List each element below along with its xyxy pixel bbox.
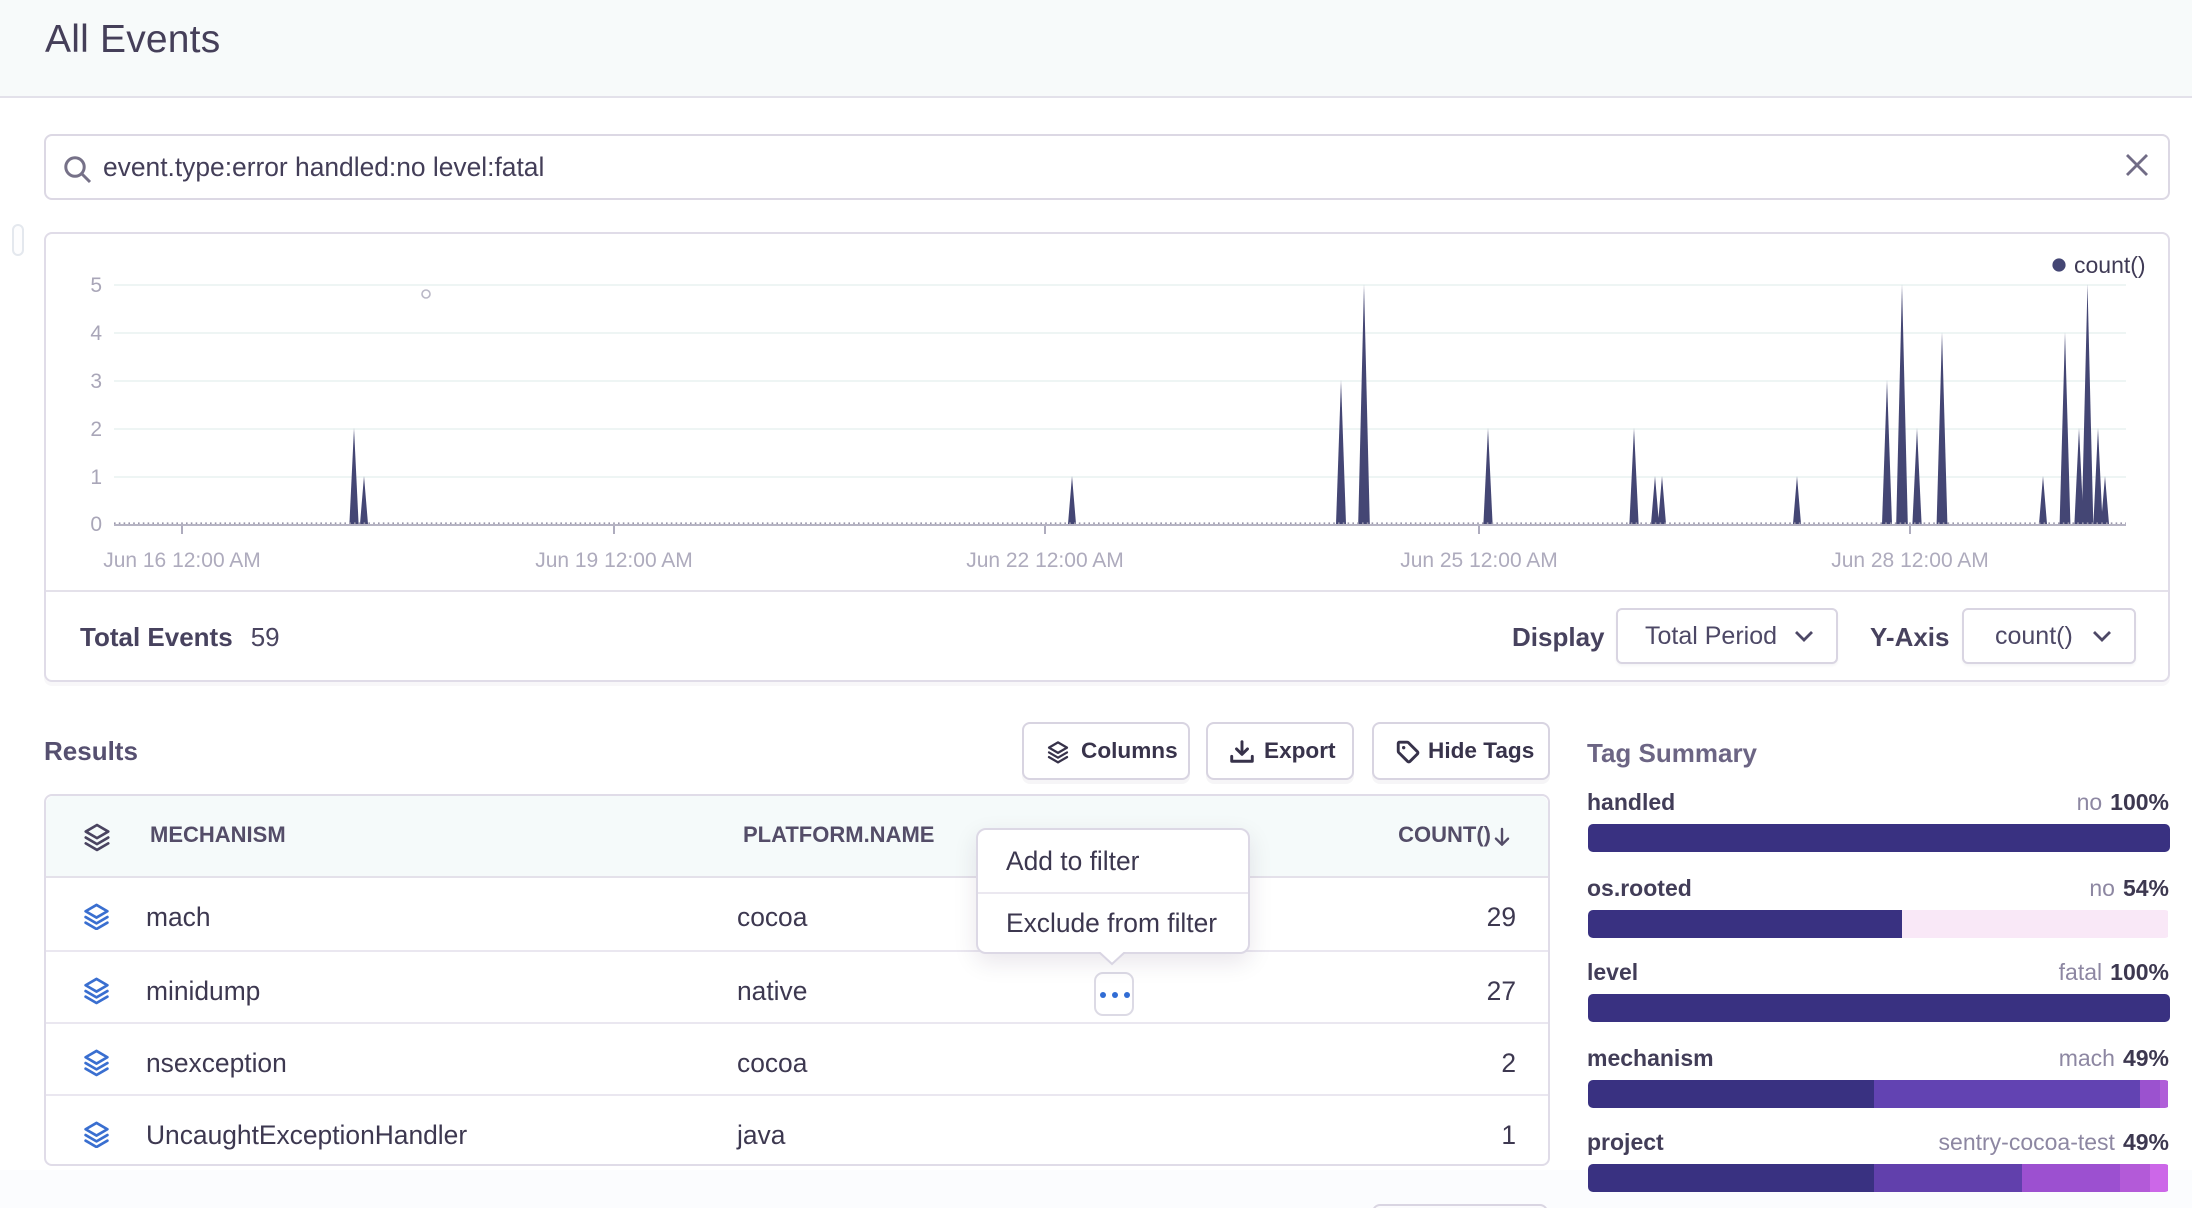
svg-text:5: 5	[90, 274, 102, 297]
svg-text:Jun 19 12:00 AM: Jun 19 12:00 AM	[535, 549, 693, 572]
svg-text:1: 1	[90, 466, 102, 489]
svg-text:count(): count()	[2074, 252, 2146, 278]
svg-text:Jun 22 12:00 AM: Jun 22 12:00 AM	[966, 549, 1124, 572]
svg-text:2: 2	[90, 418, 102, 441]
svg-text:Jun 25 12:00 AM: Jun 25 12:00 AM	[1400, 549, 1558, 572]
svg-text:Jun 28 12:00 AM: Jun 28 12:00 AM	[1831, 549, 1989, 572]
svg-text:3: 3	[90, 370, 102, 393]
svg-text:4: 4	[90, 322, 102, 345]
svg-text:Jun 16 12:00 AM: Jun 16 12:00 AM	[103, 549, 261, 572]
svg-text:0: 0	[90, 513, 102, 536]
